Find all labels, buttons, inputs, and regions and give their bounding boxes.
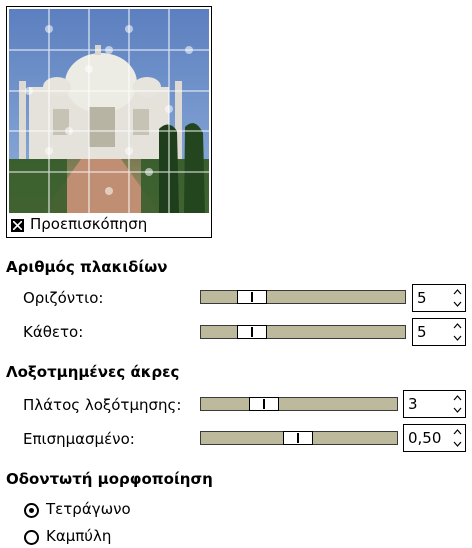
horizontal-slider-thumb[interactable] bbox=[237, 290, 267, 304]
bevel-width-slider[interactable] bbox=[200, 397, 398, 411]
spin-down-icon[interactable] bbox=[453, 440, 462, 448]
highlight-label: Επισημασμένο: bbox=[23, 430, 135, 448]
radio-option-curved[interactable]: Καμπύλη bbox=[23, 527, 223, 547]
spin-down-icon[interactable] bbox=[453, 406, 462, 414]
vertical-slider[interactable] bbox=[200, 325, 406, 339]
horizontal-label: Οριζόντιο: bbox=[23, 289, 104, 307]
preview-frame: Προεπισκόπηση bbox=[6, 6, 212, 238]
preview-checkbox[interactable] bbox=[11, 219, 24, 232]
tiles-section-title: Αριθμός πλακιδίων bbox=[6, 258, 168, 276]
highlight-spinbox[interactable]: 0,50 bbox=[403, 424, 466, 452]
vertical-label: Κάθετο: bbox=[23, 323, 84, 341]
spin-down-icon[interactable] bbox=[453, 300, 462, 308]
preview-image bbox=[9, 9, 209, 213]
vertical-slider-thumb[interactable] bbox=[237, 325, 267, 339]
radio-button-square[interactable] bbox=[24, 503, 39, 518]
style-section-title: Οδοντωτή μορφοποίηση bbox=[6, 470, 213, 488]
bevel-width-value[interactable]: 3 bbox=[408, 395, 418, 413]
bevel-width-slider-thumb[interactable] bbox=[249, 397, 279, 411]
radio-option-square[interactable]: Τετράγωνο bbox=[23, 500, 223, 520]
checkbox-x-icon bbox=[13, 221, 22, 230]
horizontal-spinbox[interactable]: 5 bbox=[412, 284, 466, 312]
preview-checkbox-label[interactable]: Προεπισκόπηση bbox=[30, 215, 147, 233]
highlight-value[interactable]: 0,50 bbox=[408, 429, 441, 447]
radio-label-square[interactable]: Τετράγωνο bbox=[46, 500, 131, 518]
spin-up-icon[interactable] bbox=[453, 288, 462, 296]
highlight-slider[interactable] bbox=[200, 431, 398, 445]
vertical-spinbox[interactable]: 5 bbox=[412, 318, 466, 346]
spin-up-icon[interactable] bbox=[453, 322, 462, 330]
vertical-value[interactable]: 5 bbox=[417, 323, 427, 341]
radio-label-curved[interactable]: Καμπύλη bbox=[46, 527, 111, 545]
radio-button-curved[interactable] bbox=[24, 530, 39, 545]
highlight-slider-thumb[interactable] bbox=[283, 431, 313, 445]
bevel-width-spinbox[interactable]: 3 bbox=[403, 390, 466, 418]
bevel-section-title: Λοξοτμημένες άκρες bbox=[6, 363, 180, 381]
horizontal-value[interactable]: 5 bbox=[417, 289, 427, 307]
bevel-width-label: Πλάτος λοξότμησης: bbox=[23, 396, 182, 414]
spin-down-icon[interactable] bbox=[453, 334, 462, 342]
spin-up-icon[interactable] bbox=[453, 394, 462, 402]
spin-up-icon[interactable] bbox=[453, 428, 462, 436]
horizontal-slider[interactable] bbox=[200, 290, 406, 304]
